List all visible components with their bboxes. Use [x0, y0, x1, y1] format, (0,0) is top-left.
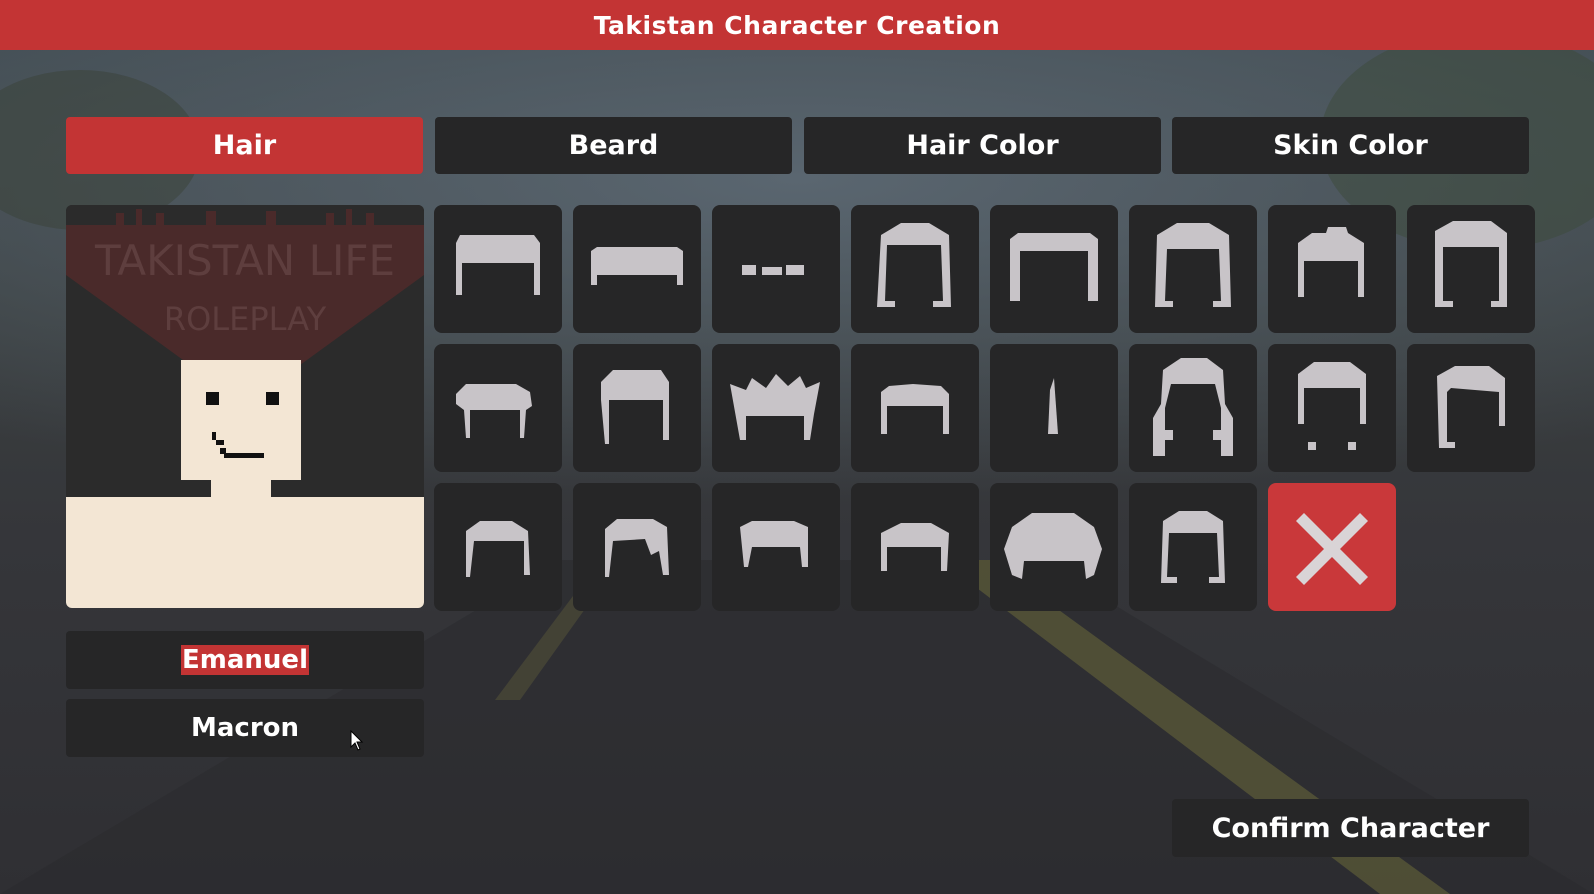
mouse-cursor-icon	[350, 730, 364, 751]
hair-style-19-icon	[740, 521, 808, 567]
tab-beard[interactable]: Beard	[435, 117, 792, 174]
hair-option-10[interactable]	[573, 344, 701, 472]
hair-style-20-icon	[881, 523, 949, 571]
remove-hair-icon	[1296, 513, 1368, 585]
hair-style-11-icon	[730, 374, 820, 440]
confirm-character-button[interactable]: Confirm Character	[1172, 799, 1529, 857]
hair-style-18-icon	[605, 519, 669, 577]
hair-style-9-icon	[456, 384, 532, 438]
hair-style-22-icon	[1161, 511, 1225, 583]
hair-option-15[interactable]	[1268, 344, 1396, 472]
hair-style-14-icon	[1153, 358, 1233, 456]
hair-style-4-icon	[877, 223, 951, 307]
hair-option-5[interactable]	[990, 205, 1118, 333]
first-name-text: Emanuel	[181, 645, 309, 675]
hair-option-12[interactable]	[851, 344, 979, 472]
hair-option-22[interactable]	[1129, 483, 1257, 611]
tab-hair-color[interactable]: Hair Color	[804, 117, 1161, 174]
hair-option-13[interactable]	[990, 344, 1118, 472]
hair-style-6-icon	[1155, 223, 1231, 307]
hair-style-8-icon	[1435, 221, 1507, 307]
character-preview: TAKISTAN LIFE ROLEPLAY	[66, 205, 424, 608]
last-name-field[interactable]: Macron	[66, 699, 424, 757]
hair-style-15-icon	[1298, 362, 1366, 450]
hair-option-8[interactable]	[1407, 205, 1535, 333]
hair-option-17[interactable]	[434, 483, 562, 611]
hair-option-20[interactable]	[851, 483, 979, 611]
hair-option-9[interactable]	[434, 344, 562, 472]
hair-option-18[interactable]	[573, 483, 701, 611]
hair-style-13-icon	[1048, 378, 1058, 434]
hair-option-14[interactable]	[1129, 344, 1257, 472]
hair-style-10-icon	[601, 370, 669, 444]
hair-option-7[interactable]	[1268, 205, 1396, 333]
window-title: Takistan Character Creation	[0, 0, 1594, 50]
hair-style-3-icon	[742, 265, 804, 275]
hair-option-21[interactable]	[990, 483, 1118, 611]
hair-style-16-icon	[1437, 366, 1505, 448]
hair-option-6[interactable]	[1129, 205, 1257, 333]
hair-option-3[interactable]	[712, 205, 840, 333]
remove-hair-button[interactable]	[1268, 483, 1396, 611]
hair-option-4[interactable]	[851, 205, 979, 333]
hair-option-1[interactable]	[434, 205, 562, 333]
hair-style-17-icon	[466, 521, 530, 577]
hair-option-16[interactable]	[1407, 344, 1535, 472]
last-name-text: Macron	[190, 713, 300, 743]
hair-style-12-icon	[881, 384, 949, 434]
hair-style-1-icon	[456, 235, 540, 295]
hair-style-7-icon	[1298, 227, 1364, 297]
tab-hair[interactable]: Hair	[66, 117, 423, 174]
hair-style-21-icon	[1004, 513, 1102, 579]
hair-style-5-icon	[1010, 233, 1098, 301]
first-name-field[interactable]: Emanuel	[66, 631, 424, 689]
hair-option-11[interactable]	[712, 344, 840, 472]
logo-text-1: TAKISTAN LIFE	[94, 236, 395, 285]
tab-skin-color[interactable]: Skin Color	[1172, 117, 1529, 174]
hair-style-2-icon	[591, 247, 683, 285]
logo-text-2: ROLEPLAY	[164, 300, 327, 338]
hair-option-2[interactable]	[573, 205, 701, 333]
hair-option-19[interactable]	[712, 483, 840, 611]
